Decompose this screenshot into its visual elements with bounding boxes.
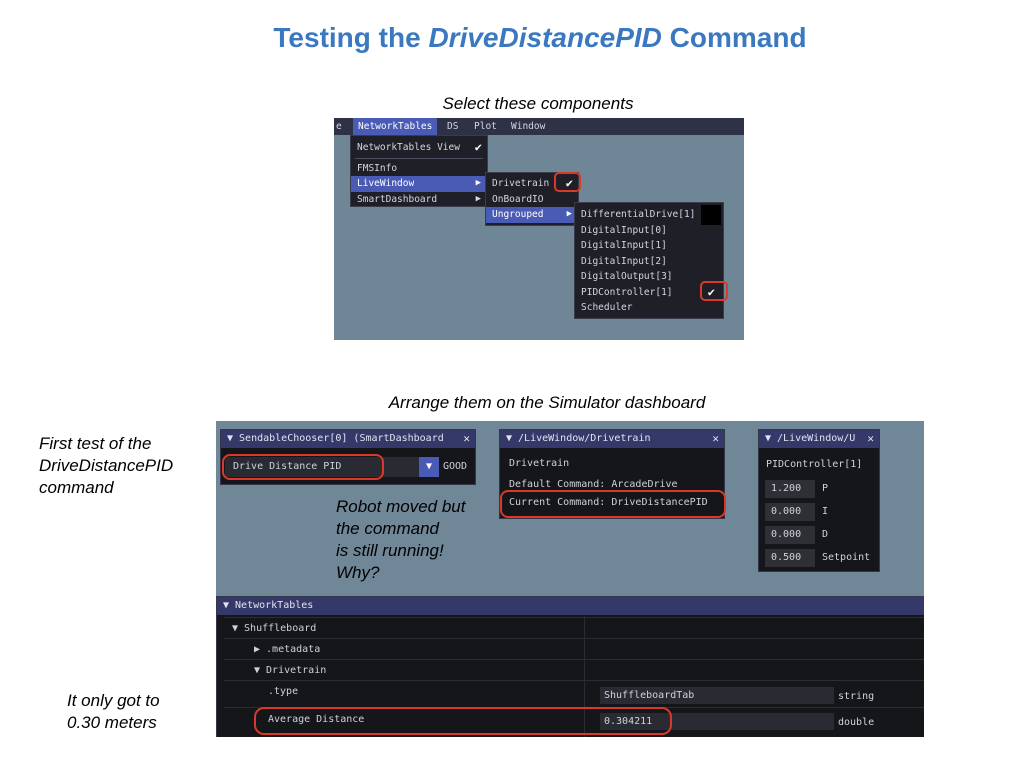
menuitem-digitalinput-2[interactable]: DigitalInput[2] <box>575 254 723 270</box>
pid-name: PIDController[1] <box>766 459 863 470</box>
tree-node-metadata: ▶ .metadata <box>254 644 321 655</box>
caption-arrange-dashboard: Arrange them on the Simulator dashboard <box>388 393 706 412</box>
networktables-dropdown: NetworkTables View ✔ FMSInfo LiveWindow … <box>350 135 488 207</box>
pid-i-label: I <box>822 506 829 517</box>
pid-d-field[interactable]: 0.000 <box>765 526 815 544</box>
tree-node-shuffleboard: ▼ Shuffleboard <box>232 623 317 634</box>
pid-p-label: P <box>822 483 829 494</box>
menuitem-livewindow[interactable]: LiveWindow ▶ <box>351 176 487 192</box>
table-row[interactable]: .type ShuffleboardTab string <box>224 680 924 707</box>
close-icon[interactable]: ✕ <box>712 430 719 448</box>
close-icon[interactable]: ✕ <box>463 430 470 448</box>
drivetrain-name: Drivetrain <box>509 458 570 469</box>
caption-select-components: Select these components <box>442 94 634 113</box>
menu-plot[interactable]: Plot <box>469 118 502 135</box>
entry-type-key: .type <box>268 686 299 697</box>
note-robot-moved: Robot moved but the command is still run… <box>336 497 466 582</box>
chevron-down-icon[interactable]: ▼ <box>419 457 439 477</box>
pid-p-field[interactable]: 1.200 <box>765 480 815 498</box>
menuitem-digitalinput-1[interactable]: DigitalInput[1] <box>575 238 723 254</box>
menu-ds[interactable]: DS <box>442 118 463 135</box>
highlight-drivetrain-check <box>554 172 581 192</box>
highlight-pid-check <box>700 281 728 301</box>
note-first-test: First test of the DriveDistancePID comma… <box>39 434 174 497</box>
menu-separator <box>355 157 483 159</box>
submenu-arrow-icon: ▶ <box>566 209 572 219</box>
table-row[interactable]: ▶ .metadata <box>224 638 924 659</box>
menubar: e NetworkTables DS Plot Window <box>334 118 744 135</box>
dashboard-screenshot: ▼ SendableChooser[0] (SmartDashboard ✕ D… <box>216 421 924 737</box>
menuitem-ungrouped[interactable]: Ungrouped ▶ <box>486 207 578 223</box>
table-row[interactable]: ▼ Shuffleboard <box>224 617 924 638</box>
menuitem-differentialdrive[interactable]: DifferentialDrive[1] <box>575 205 723 225</box>
drivetrain-panel-title[interactable]: ▼ /LiveWindow/Drivetrain ✕ <box>500 430 724 448</box>
networktables-panel-title[interactable]: ▼ NetworkTables <box>217 597 924 615</box>
menu-cut-item[interactable]: e <box>334 118 347 135</box>
highlight-current-command <box>500 490 726 518</box>
submenu-arrow-icon: ▶ <box>475 193 481 204</box>
entry-average-distance-type: double <box>838 717 875 728</box>
slide-title: Testing the DriveDistancePID Command <box>273 22 807 53</box>
pid-panel-title[interactable]: ▼ /LiveWindow/U ✕ <box>759 430 879 448</box>
note-distance: It only got to 0.30 meters <box>67 691 160 732</box>
ungrouped-submenu: DifferentialDrive[1] DigitalInput[0] Dig… <box>574 202 724 319</box>
pid-i-field[interactable]: 0.000 <box>765 503 815 521</box>
menuitem-smartdashboard[interactable]: SmartDashboard ▶ <box>351 192 487 208</box>
chooser-panel-title[interactable]: ▼ SendableChooser[0] (SmartDashboard ✕ <box>221 430 475 448</box>
menu-window[interactable]: Window <box>506 118 550 135</box>
close-icon[interactable]: ✕ <box>867 430 874 448</box>
menuitem-onboardio[interactable]: OnBoardIO <box>486 192 578 208</box>
chooser-status: GOOD <box>443 461 468 472</box>
check-icon: ✔ <box>474 140 482 154</box>
menu-screenshot: e NetworkTables DS Plot Window NetworkTa… <box>334 118 744 340</box>
menu-networktables[interactable]: NetworkTables <box>353 118 438 135</box>
menuitem-networktables-view[interactable]: NetworkTables View ✔ <box>351 140 487 156</box>
pid-setpoint-label: Setpoint <box>822 552 871 563</box>
pid-d-label: D <box>822 529 829 540</box>
menuitem-scheduler[interactable]: Scheduler <box>575 300 723 316</box>
pid-setpoint-field[interactable]: 0.500 <box>765 549 815 567</box>
default-command: Default Command: ArcadeDrive <box>509 479 678 490</box>
table-row[interactable]: ▼ Drivetrain <box>224 659 924 680</box>
entry-type-value[interactable]: ShuffleboardTab <box>600 687 834 704</box>
submenu-arrow-icon: ▶ <box>475 178 481 188</box>
highlight-chooser-selection <box>222 454 384 480</box>
pid-panel: ▼ /LiveWindow/U ✕ PIDController[1] 1.200… <box>758 429 880 572</box>
menuitem-fmsinfo[interactable]: FMSInfo <box>351 161 487 177</box>
highlight-average-distance <box>254 707 672 735</box>
menuitem-digitalinput-0[interactable]: DigitalInput[0] <box>575 223 723 239</box>
tree-node-drivetrain: ▼ Drivetrain <box>254 665 327 676</box>
entry-type-type: string <box>838 691 875 702</box>
